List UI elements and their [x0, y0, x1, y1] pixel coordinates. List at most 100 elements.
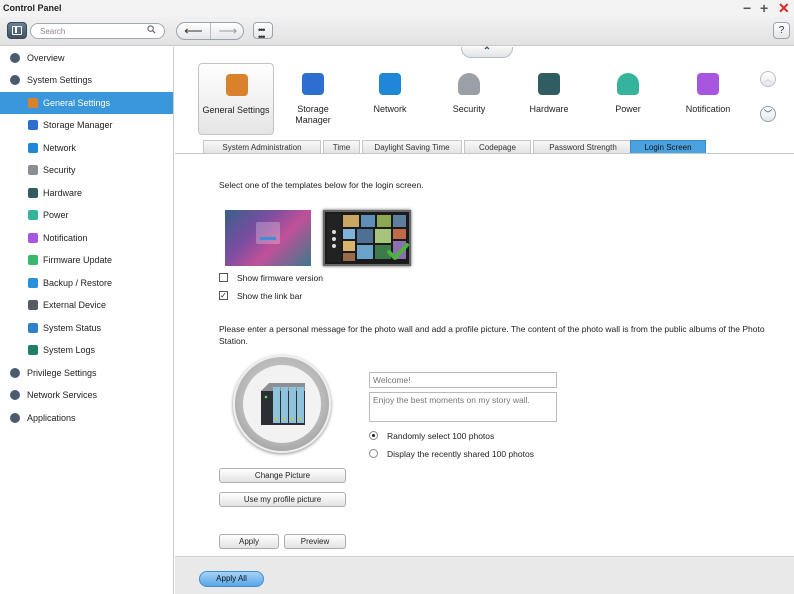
- template-login-button: [260, 237, 276, 240]
- sidebar-item-backup-restore[interactable]: Backup / Restore: [0, 272, 173, 294]
- settings-tabs: System Administration Time Daylight Saving…: [203, 140, 794, 154]
- system-status-icon: [28, 323, 38, 333]
- sidebar-item-applications[interactable]: Applications: [0, 407, 173, 429]
- category-security[interactable]: Security: [431, 63, 507, 135]
- main-panel: ⌃ General Settings Storage Manager Network…: [175, 47, 794, 594]
- chevron-down-icon: ﹀: [763, 109, 773, 119]
- show-firmware-label: Show firmware version: [237, 273, 323, 283]
- tab-time[interactable]: Time: [323, 140, 360, 154]
- lock-icon: [458, 73, 480, 95]
- tab-divider: [175, 153, 794, 154]
- sidebar-item-network[interactable]: Network: [0, 137, 173, 159]
- sidebar-item-privilege-settings[interactable]: Privilege Settings: [0, 362, 173, 384]
- category-label: Power: [615, 104, 641, 114]
- category-notification[interactable]: Notification: [670, 63, 746, 135]
- history-nav: ⟵ ⟶: [176, 22, 244, 40]
- sidebar-item-notification[interactable]: Notification: [0, 227, 173, 249]
- sidebar-item-power[interactable]: Power: [0, 204, 173, 226]
- category-scroll-up-button[interactable]: ︿: [760, 71, 776, 87]
- gear-icon: [10, 75, 20, 85]
- template-login-box: [256, 222, 280, 244]
- menu-toggle-button[interactable]: [7, 22, 27, 39]
- firmware-icon: [28, 255, 38, 265]
- category-label: General Settings: [202, 105, 270, 115]
- maximize-icon[interactable]: +: [760, 0, 768, 16]
- sidebar-item-system-settings[interactable]: System Settings: [0, 69, 173, 91]
- tab-password-strength[interactable]: Password Strength: [533, 140, 633, 154]
- sidebar-item-label: Notification: [43, 233, 88, 243]
- search-icon[interactable]: [147, 25, 156, 34]
- category-network[interactable]: Network: [352, 63, 428, 135]
- category-label: Hardware: [529, 104, 569, 114]
- sidebar-item-hardware[interactable]: Hardware: [0, 182, 173, 204]
- overview-icon: [10, 53, 20, 63]
- random-photos-radio[interactable]: [369, 431, 378, 440]
- title-bar: Control Panel − + ✕: [0, 0, 794, 17]
- sidebar-item-system-logs[interactable]: System Logs: [0, 339, 173, 361]
- category-storage-manager[interactable]: Storage Manager: [275, 63, 351, 135]
- login-template-1[interactable]: [225, 210, 311, 266]
- tab-login-screen[interactable]: Login Screen: [630, 140, 706, 154]
- apply-all-button[interactable]: Apply All: [199, 571, 264, 587]
- sidebar-item-label: External Device: [43, 300, 107, 310]
- sidebar-item-label: System Settings: [27, 75, 93, 85]
- sidebar-item-label: Power: [43, 210, 69, 220]
- category-hardware[interactable]: Hardware: [511, 63, 587, 135]
- welcome-message-field[interactable]: Enjoy the best moments on my story wall.: [369, 392, 557, 422]
- random-photos-label: Randomly select 100 photos: [387, 431, 495, 441]
- show-link-bar-checkbox[interactable]: ✓: [219, 291, 228, 300]
- sidebar: Overview System Settings General Settings S…: [0, 47, 174, 594]
- sidebar-item-label: Backup / Restore: [43, 278, 113, 288]
- minimize-icon[interactable]: −: [743, 0, 751, 16]
- forward-arrow-icon[interactable]: ⟶: [211, 23, 243, 39]
- sidebar-item-label: System Status: [43, 323, 102, 333]
- help-button[interactable]: ?: [773, 22, 790, 39]
- hardware-icon: [538, 73, 560, 95]
- apps-grid-button[interactable]: ••• •••: [253, 22, 273, 42]
- grid-icon: ••• •••: [258, 25, 266, 42]
- user-icon: [10, 368, 20, 378]
- sidebar-item-storage-manager[interactable]: Storage Manager: [0, 114, 173, 136]
- notification-icon: [28, 233, 38, 243]
- sidebar-item-general-settings[interactable]: General Settings: [0, 92, 173, 114]
- sidebar-item-label: System Logs: [43, 345, 96, 355]
- close-icon[interactable]: ✕: [778, 0, 790, 16]
- sidebar-item-firmware-update[interactable]: Firmware Update: [0, 249, 173, 271]
- back-arrow-icon[interactable]: ⟵: [177, 23, 211, 39]
- welcome-title-field[interactable]: [369, 372, 557, 388]
- sidebar-item-network-services[interactable]: Network Services: [0, 384, 173, 406]
- category-label: Storage Manager: [295, 104, 331, 125]
- lock-icon: [28, 165, 38, 175]
- toolbar: ⟵ ⟶ •••••• ?: [0, 17, 794, 46]
- sidebar-item-label: Security: [43, 165, 76, 175]
- show-firmware-checkbox[interactable]: [219, 273, 228, 282]
- hardware-icon: [28, 188, 38, 198]
- category-general-settings[interactable]: General Settings: [198, 63, 274, 135]
- tab-system-administration[interactable]: System Administration: [203, 140, 321, 154]
- apply-button[interactable]: Apply: [219, 534, 279, 549]
- sidebar-item-system-status[interactable]: System Status: [0, 317, 173, 339]
- sidebar-item-overview[interactable]: Overview: [0, 47, 173, 69]
- category-scroll-down-button[interactable]: ﹀: [760, 106, 776, 122]
- network-icon: [28, 143, 38, 153]
- profile-picture: [233, 355, 331, 453]
- notification-icon: [697, 73, 719, 95]
- category-power[interactable]: Power: [590, 63, 666, 135]
- sidebar-item-security[interactable]: Security: [0, 159, 173, 181]
- nas-device-icon: [261, 383, 305, 425]
- use-profile-picture-button[interactable]: Use my profile picture: [219, 492, 346, 507]
- sidebar-item-external-device[interactable]: External Device: [0, 294, 173, 316]
- login-template-2-selected[interactable]: [323, 210, 411, 266]
- sidebar-item-label: Network Services: [27, 390, 98, 400]
- change-picture-button[interactable]: Change Picture: [219, 468, 346, 483]
- sidebar-item-label: Applications: [27, 413, 76, 423]
- preview-button[interactable]: Preview: [284, 534, 346, 549]
- power-bulb-icon: [617, 73, 639, 95]
- tab-codepage[interactable]: Codepage: [464, 140, 531, 154]
- collapse-categories-button[interactable]: ⌃: [461, 47, 513, 58]
- tab-daylight-saving-time[interactable]: Daylight Saving Time: [362, 140, 462, 154]
- storage-icon: [302, 73, 324, 95]
- sidebar-toggle-icon: [12, 26, 22, 35]
- recent-photos-radio[interactable]: [369, 449, 378, 458]
- search-input[interactable]: [30, 23, 165, 39]
